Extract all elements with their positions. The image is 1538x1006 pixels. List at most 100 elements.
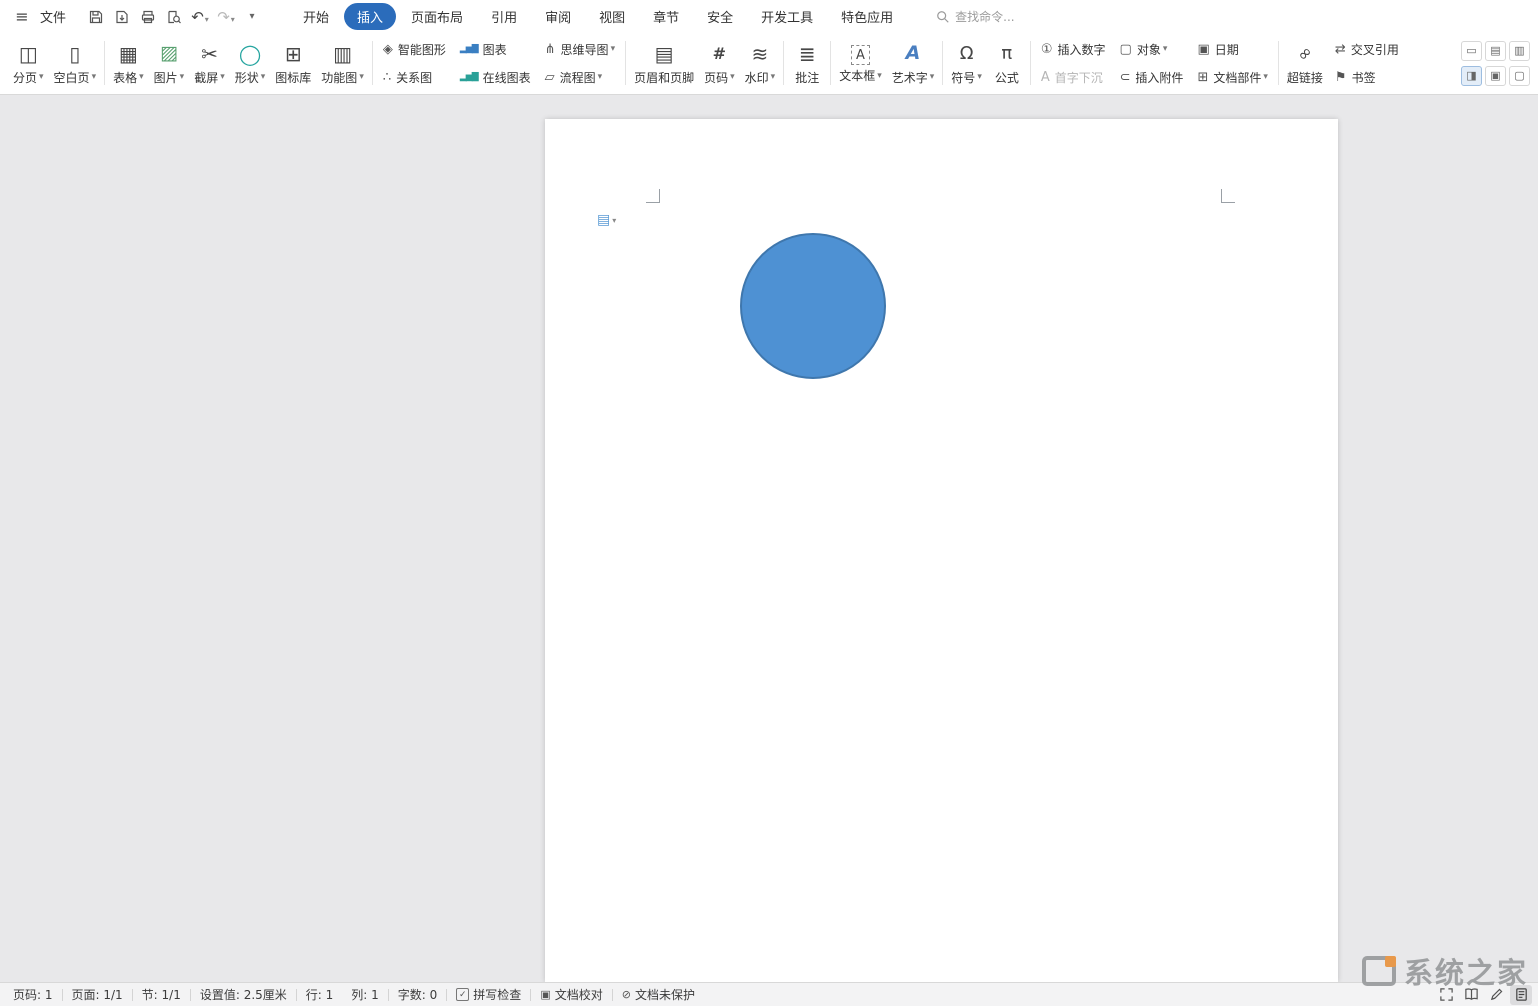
button-label: 书签 xyxy=(1352,69,1376,86)
command-search-input[interactable]: 查找命令... xyxy=(936,8,1014,25)
ribbon-button-watermark[interactable]: ≋ 水印 xyxy=(740,35,781,91)
save-icon[interactable] xyxy=(84,5,108,29)
document-page[interactable]: ▤ ▾ xyxy=(545,119,1338,982)
button-label: 文档部件 xyxy=(1213,69,1268,86)
button-label: 超链接 xyxy=(1287,69,1323,86)
ribbon-button-insert-number[interactable]: ① 插入数字 xyxy=(1036,38,1111,61)
ribbon-button-mind-map[interactable]: ⋔ 思维导图 xyxy=(540,38,620,61)
tab-references[interactable]: 引用 xyxy=(478,3,530,30)
ribbon-button-shapes[interactable]: ◯ 形状 xyxy=(230,35,271,91)
document-area[interactable]: ▤ ▾ xyxy=(0,95,1538,982)
dropdown-caret-icon xyxy=(230,8,235,26)
ribbon-button-hyperlink[interactable]: ∞ 超链接 xyxy=(1282,35,1328,91)
hamburger-menu-icon[interactable]: ≡ xyxy=(10,5,34,29)
page-settings-button[interactable]: ▤ ▾ xyxy=(597,213,616,227)
ribbon-button-page-break[interactable]: ◫ 分页 xyxy=(8,35,49,91)
tab-security[interactable]: 安全 xyxy=(694,3,746,30)
ribbon-button-chart[interactable]: ▂▅▇ 图表 xyxy=(455,38,536,61)
view-toggle-icon[interactable]: ▥ xyxy=(1509,41,1530,61)
ribbon-button-bookmark[interactable]: ⚑ 书签 xyxy=(1330,66,1404,89)
button-label: 批注 xyxy=(795,69,819,86)
relationship-diagram-icon: ∴ xyxy=(383,71,391,84)
file-menu[interactable]: 文件 xyxy=(38,4,74,29)
ribbon-button-word-art[interactable]: A 艺术字 xyxy=(887,35,940,91)
status-section: 节: 1/1 xyxy=(133,983,190,1006)
undo-button[interactable]: ↶ xyxy=(188,5,212,29)
ribbon-separator xyxy=(942,41,943,85)
tab-insert[interactable]: 插入 xyxy=(344,3,396,30)
redo-icon: ↷ xyxy=(217,8,230,26)
status-document-proofing[interactable]: ▣ 文档校对 xyxy=(531,983,611,1006)
view-toggle-icon[interactable]: ◨ xyxy=(1461,66,1482,86)
button-label: 艺术字 xyxy=(892,69,935,86)
redo-button[interactable]: ↷ xyxy=(214,5,238,29)
ribbon-button-online-chart[interactable]: ▂▅▇ 在线图表 xyxy=(455,66,536,89)
flowchart-icon: ▱ xyxy=(545,71,555,84)
ribbon-button-blank-page[interactable]: ▯ 空白页 xyxy=(49,35,102,91)
status-label: 文档校对 xyxy=(555,986,603,1003)
read-mode-button[interactable] xyxy=(1460,985,1482,1005)
tab-view[interactable]: 视图 xyxy=(586,3,638,30)
ribbon-button-attachment[interactable]: ⊂ 插入附件 xyxy=(1115,66,1189,89)
ribbon-button-smartart[interactable]: ◈ 智能图形 xyxy=(378,38,451,61)
insert-number-icon: ① xyxy=(1041,43,1053,56)
button-label: 分页 xyxy=(13,69,44,86)
tab-developer[interactable]: 开发工具 xyxy=(748,3,826,30)
tab-home[interactable]: 开始 xyxy=(290,3,342,30)
button-label: 智能图形 xyxy=(398,41,446,58)
ribbon-button-function-diagram[interactable]: ▥ 功能图 xyxy=(316,35,369,91)
ribbon-button-text-box[interactable]: A 文本框 xyxy=(834,35,887,91)
ribbon-button-table[interactable]: ▦ 表格 xyxy=(108,35,149,91)
ink-pen-button[interactable] xyxy=(1485,985,1507,1005)
ribbon-stack: ▢ 对象 ⊂ 插入附件 xyxy=(1113,35,1191,91)
mind-map-icon: ⋔ xyxy=(545,43,556,56)
fullscreen-button[interactable] xyxy=(1435,985,1457,1005)
ribbon-button-picture[interactable]: ▨ 图片 xyxy=(149,35,190,91)
view-toggle-icon[interactable]: ▭ xyxy=(1461,41,1482,61)
status-document-protection[interactable]: ⊘ 文档未保护 xyxy=(613,983,704,1006)
quick-access-toolbar: ↶ ↷ ▾ xyxy=(84,5,264,29)
tab-special-apps[interactable]: 特色应用 xyxy=(828,3,906,30)
statusbar: 页码: 1 页面: 1/1 节: 1/1 设置值: 2.5厘米 行: 1 列: … xyxy=(0,982,1538,1006)
paperclip-icon: ⊂ xyxy=(1120,71,1131,84)
inserted-circle-shape[interactable] xyxy=(740,233,886,379)
ribbon-button-screenshot[interactable]: ✂ 截屏 xyxy=(189,35,230,91)
comment-icon: ≣ xyxy=(799,41,816,67)
ribbon-button-relationship-diagram[interactable]: ∴ 关系图 xyxy=(378,66,451,89)
ribbon-button-flowchart[interactable]: ▱ 流程图 xyxy=(540,66,620,89)
ribbon-button-comment[interactable]: ≣ 批注 xyxy=(787,35,827,91)
tab-review[interactable]: 审阅 xyxy=(532,3,584,30)
ribbon-button-cross-reference[interactable]: ⇄ 交叉引用 xyxy=(1330,38,1404,61)
tab-page-layout[interactable]: 页面布局 xyxy=(398,3,476,30)
ribbon-stack: ⋔ 思维导图 ▱ 流程图 xyxy=(538,35,622,91)
ribbon-button-formula[interactable]: π 公式 xyxy=(987,35,1027,91)
ribbon-separator xyxy=(830,41,831,85)
ribbon-button-date[interactable]: ▣ 日期 xyxy=(1192,38,1272,61)
status-spell-check[interactable]: ✓ 拼写检查 xyxy=(447,983,530,1006)
export-icon[interactable] xyxy=(110,5,134,29)
omega-symbol-icon: Ω xyxy=(960,41,974,67)
ribbon-button-icon-library[interactable]: ⊞ 图标库 xyxy=(270,35,316,91)
status-word-count[interactable]: 字数: 0 xyxy=(389,983,447,1006)
ribbon-button-header-footer[interactable]: ▤ 页眉和页脚 xyxy=(629,35,699,91)
view-toggle-icon[interactable]: ▤ xyxy=(1485,41,1506,61)
ribbon-button-object[interactable]: ▢ 对象 xyxy=(1115,38,1189,61)
tab-section[interactable]: 章节 xyxy=(640,3,692,30)
book-icon xyxy=(1464,987,1479,1002)
hyperlink-chain-icon: ∞ xyxy=(1291,39,1319,67)
button-label: 页眉和页脚 xyxy=(634,69,694,86)
view-toggle-icon[interactable]: ▢ xyxy=(1509,66,1530,86)
ribbon-button-document-parts[interactable]: ⊞ 文档部件 xyxy=(1192,66,1272,89)
ribbon-button-drop-cap[interactable]: A 首字下沉 xyxy=(1036,66,1111,89)
print-icon[interactable] xyxy=(136,5,160,29)
page-view-button[interactable] xyxy=(1510,985,1532,1005)
ribbon-button-page-number[interactable]: # 页码 xyxy=(699,35,740,91)
dropdown-caret-icon xyxy=(204,8,209,26)
ribbon-button-symbol[interactable]: Ω 符号 xyxy=(946,35,987,91)
view-toggle-icon[interactable]: ▣ xyxy=(1485,66,1506,86)
print-preview-icon[interactable] xyxy=(162,5,186,29)
page-number-icon: # xyxy=(713,41,726,67)
bookmark-flag-icon: ⚑ xyxy=(1335,71,1347,84)
customize-toolbar-chevron-icon[interactable]: ▾ xyxy=(240,5,264,29)
status-line: 行: 1 xyxy=(297,983,343,1006)
